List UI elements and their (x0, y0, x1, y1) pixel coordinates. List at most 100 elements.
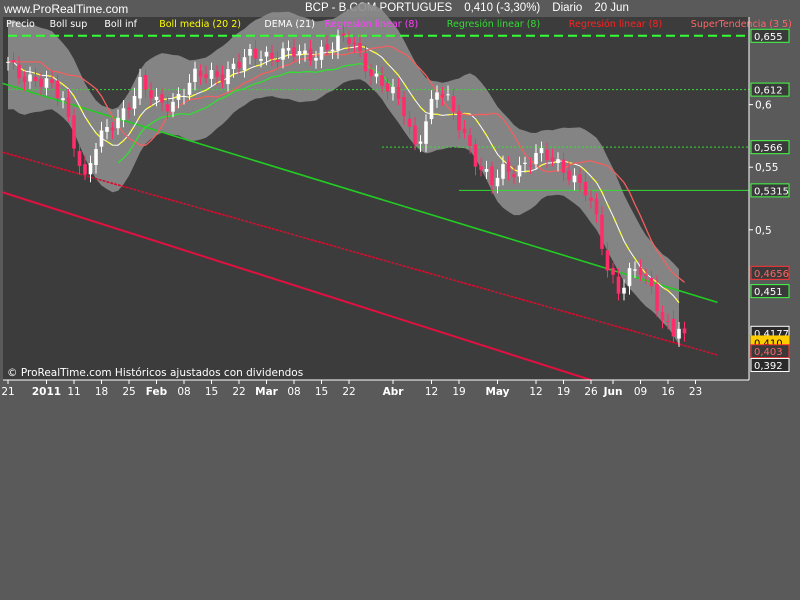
legend-item: Precio (6, 19, 35, 30)
candle-body (633, 269, 637, 271)
candle-body (457, 111, 461, 131)
x-tick-label: May (485, 386, 509, 398)
candle-body (149, 89, 153, 99)
candle-body (66, 97, 71, 117)
candle-body (215, 71, 219, 77)
candle-body (413, 125, 417, 145)
price-label: 0,655 (754, 32, 783, 43)
y-tick-label: 0,55 (755, 162, 778, 174)
candle-body (490, 166, 494, 186)
candle-body (418, 141, 423, 144)
candle-body (187, 82, 192, 95)
candle-body (116, 117, 120, 129)
candle-body (105, 126, 109, 132)
candle-body (600, 214, 604, 249)
candle-body (550, 157, 555, 162)
x-tick-label: Feb (146, 386, 168, 398)
price-label: 0,5315 (754, 186, 789, 197)
candle-body (352, 42, 357, 45)
x-tick-label: 22 (232, 386, 245, 398)
candle-body (402, 96, 406, 117)
x-tick-label: 15 (205, 386, 218, 398)
candle-body (253, 48, 258, 59)
x-tick-label: 16 (661, 386, 675, 398)
candle-body (270, 52, 274, 59)
legend-item: Regresión linear (8) (325, 19, 418, 30)
candle-body (336, 35, 340, 51)
candle-body (94, 149, 98, 166)
y-tick-label: 0,5 (755, 225, 772, 237)
x-tick-label: 09 (634, 386, 647, 398)
candle-body (363, 53, 368, 72)
x-tick-label: 08 (287, 386, 300, 398)
candle-body (319, 46, 324, 60)
x-tick-label: 18 (95, 386, 108, 398)
candle-body (479, 166, 483, 170)
y-tick-label: 0,6 (755, 100, 772, 112)
candle-body (50, 79, 54, 84)
candle-body (622, 287, 626, 294)
y-axis: 0,6 0,55 0,5 0,655 0,612 0,566 0,5315 0,4656 0,4… (749, 28, 790, 372)
candle-body (182, 96, 186, 98)
candle-body (286, 47, 291, 51)
legend-item: Boll media (20 2) (159, 19, 241, 30)
candle-body (121, 108, 126, 121)
candle-body (220, 74, 225, 83)
candle-body (39, 78, 43, 87)
price-label: 0,403 (754, 347, 783, 358)
candle-body (308, 48, 313, 61)
candle-body (358, 43, 362, 51)
candle-body (682, 328, 687, 334)
candle-body (666, 320, 670, 322)
legend-item: Boll inf (104, 19, 137, 30)
candle-body (72, 115, 76, 149)
price-label: 0,451 (754, 287, 783, 298)
candle-body (303, 50, 307, 54)
candle-body (429, 98, 434, 120)
candle-body (649, 277, 654, 287)
candle-body (495, 177, 500, 187)
candle-body (611, 268, 615, 275)
candle-body (374, 73, 379, 77)
candle-body (275, 59, 280, 63)
candle-body (28, 74, 32, 82)
x-tick-label: 25 (122, 386, 135, 398)
candle-body (369, 69, 373, 77)
candle-body (347, 38, 351, 44)
candle-body (627, 268, 632, 286)
x-tick-label: 12 (529, 386, 542, 398)
candle-body (6, 61, 10, 63)
price-chart[interactable]: Precio Boll sup Boll inf Boll media (20 2) D… (0, 0, 800, 600)
candle-body (160, 94, 164, 103)
candle-body (341, 33, 346, 36)
candle-body (132, 95, 137, 109)
candle-body (473, 144, 478, 167)
candle-body (61, 98, 65, 101)
candle-body (154, 96, 159, 101)
candle-body (677, 328, 681, 339)
x-tick-label: 22 (342, 386, 355, 398)
price-label: 0,612 (754, 86, 783, 97)
x-tick-label: 11 (67, 386, 80, 398)
candle-body (655, 284, 659, 312)
candle-body (583, 181, 588, 196)
price-label: 0,4656 (754, 269, 789, 280)
candle-body (297, 51, 302, 56)
candle-body (501, 164, 505, 179)
x-tick-label: Abr (383, 386, 405, 398)
x-tick-label: Jun (603, 386, 623, 398)
candle-body (671, 318, 676, 337)
candle-body (143, 75, 148, 90)
candle-body (468, 135, 472, 147)
candle-body (440, 93, 445, 98)
candle-body (435, 92, 439, 100)
candle-body (176, 93, 181, 100)
candle-body (264, 51, 269, 57)
candle-body (88, 163, 93, 175)
watermark: © ProRealTime.com Históricos ajustados c… (7, 367, 303, 379)
candle-body (259, 58, 263, 61)
candle-body (330, 49, 335, 52)
candle-body (237, 61, 241, 68)
candle-body (248, 49, 252, 56)
candle-body (534, 152, 538, 165)
